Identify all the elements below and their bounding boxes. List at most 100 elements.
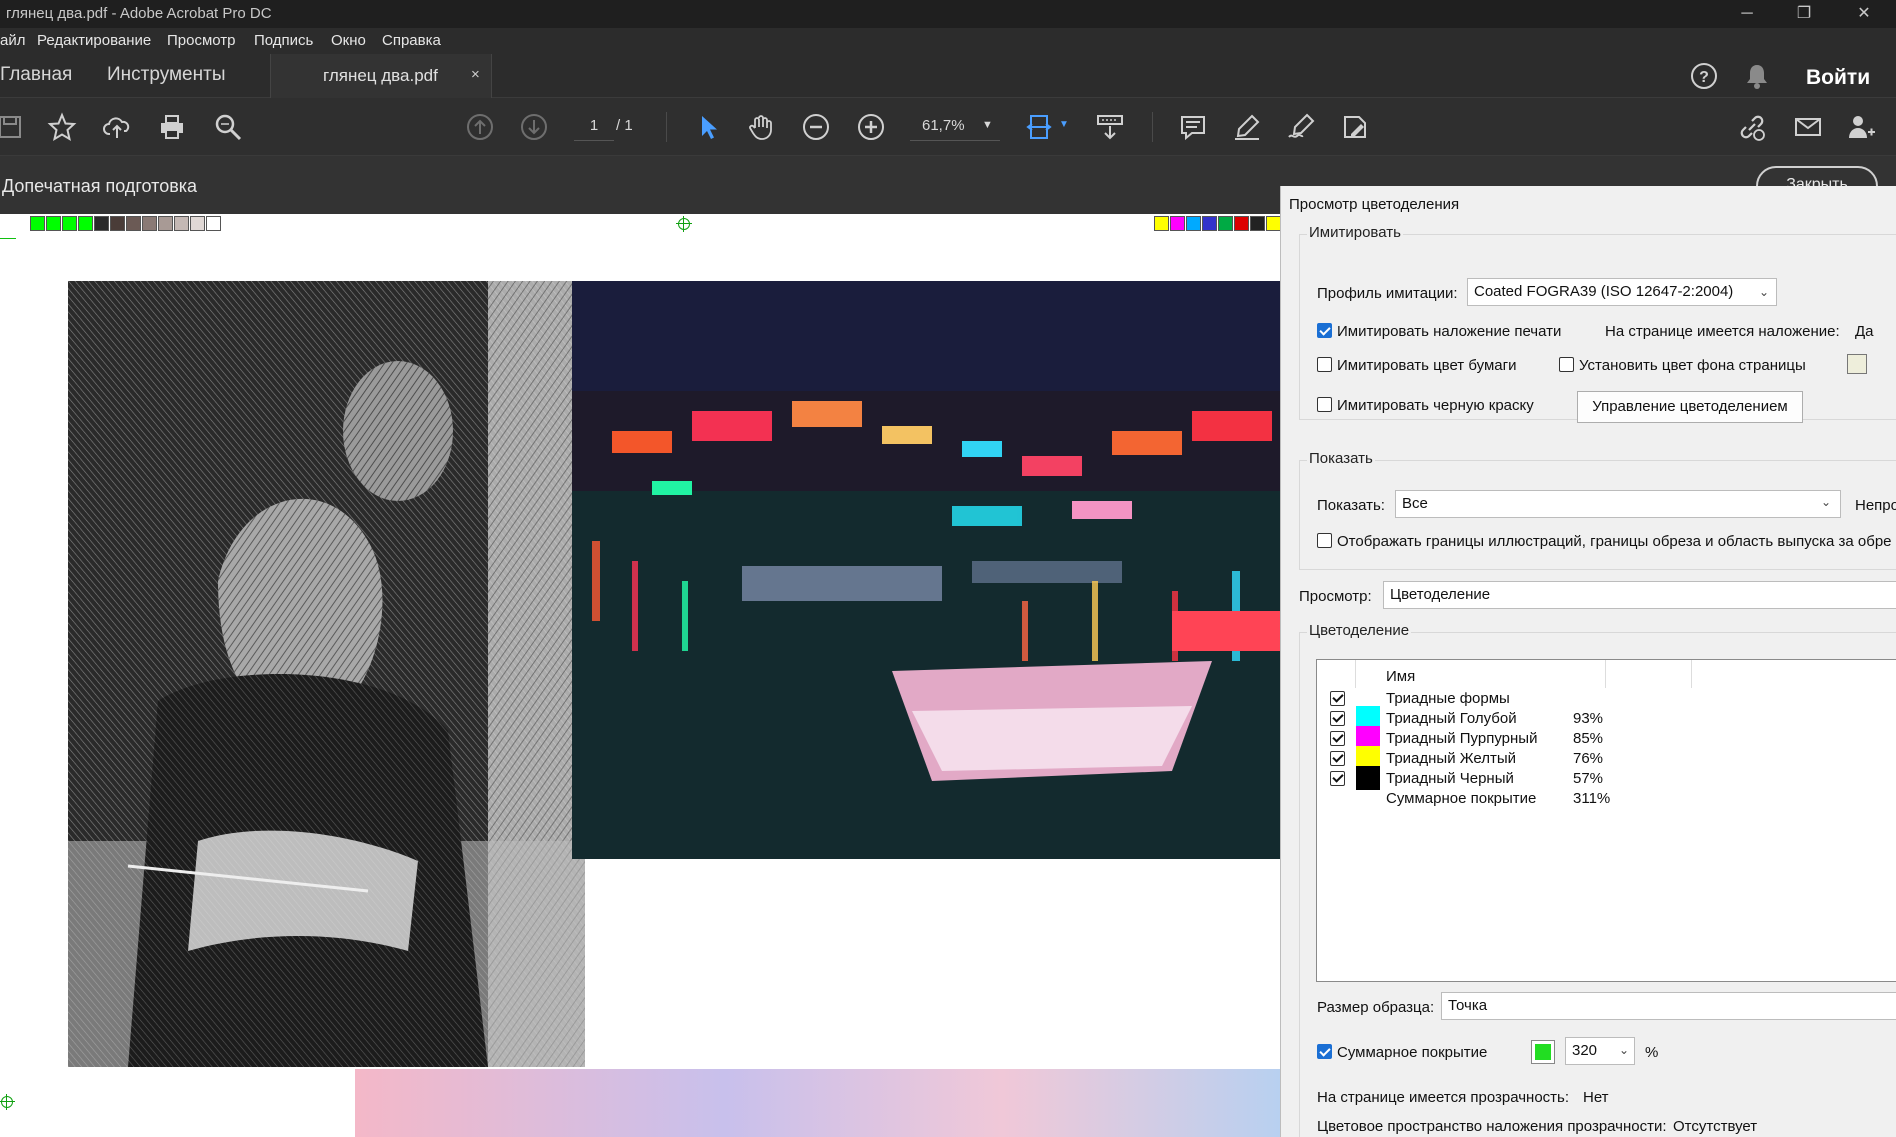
ink-manager-button[interactable]: Управление цветоделением xyxy=(1577,391,1803,423)
tab-tools[interactable]: Инструменты xyxy=(107,64,225,86)
separation-checkbox[interactable] xyxy=(1330,691,1345,706)
window-title: глянец два.pdf - Adobe Acrobat Pro DC xyxy=(6,5,272,22)
next-page-icon[interactable] xyxy=(516,109,552,145)
sign-icon[interactable] xyxy=(1283,109,1319,145)
menu-sign[interactable]: Подпись xyxy=(254,32,313,49)
blend-space-label: Цветовое пространство наложения прозрачн… xyxy=(1317,1118,1667,1135)
name-column-header: Имя xyxy=(1386,668,1416,685)
page-number-input[interactable]: 1 xyxy=(574,111,614,141)
menu-edit[interactable]: Редактирование xyxy=(37,32,151,49)
chevron-down-icon[interactable]: ⌄ xyxy=(1619,1043,1629,1057)
menu-help[interactable]: Справка xyxy=(382,32,441,49)
separation-name: Триадный Пурпурный xyxy=(1386,730,1538,747)
color-bar-patch xyxy=(158,216,173,231)
login-button[interactable]: Войти xyxy=(1806,66,1870,90)
pastel-sky-painting xyxy=(355,1069,1280,1137)
sample-size-select[interactable]: Точка xyxy=(1441,992,1896,1020)
simulate-black-ink-checkbox[interactable] xyxy=(1317,397,1332,412)
highlight-pen-icon[interactable] xyxy=(1229,109,1265,145)
hand-tool-icon[interactable] xyxy=(743,109,779,145)
color-bar-patch xyxy=(174,216,189,231)
separation-name: Триадный Желтый xyxy=(1386,750,1517,767)
share-link-icon[interactable] xyxy=(1734,109,1770,145)
color-bar-patch xyxy=(1266,216,1280,231)
cloud-upload-icon[interactable] xyxy=(99,109,135,145)
total-coverage-checkbox[interactable] xyxy=(1317,1044,1332,1059)
transparency-value: Нет xyxy=(1583,1089,1609,1106)
output-preview-dialog: Просмотр цветоделения Имитировать Профил… xyxy=(1280,186,1896,1137)
page-total: / 1 xyxy=(616,117,633,134)
title-bar: глянец два.pdf - Adobe Acrobat Pro DC ─ … xyxy=(0,0,1896,28)
separation-coverage: 76% xyxy=(1573,750,1604,767)
dialog-title: Просмотр цветоделения xyxy=(1289,196,1460,213)
tool-title: Допечатная подготовка xyxy=(2,176,198,196)
separation-checkbox[interactable] xyxy=(1330,771,1345,786)
bell-icon[interactable] xyxy=(1744,62,1770,90)
color-bar-patch xyxy=(1218,216,1233,231)
search-icon[interactable] xyxy=(210,109,246,145)
zoom-in-icon[interactable] xyxy=(853,109,889,145)
menu-view[interactable]: Просмотр xyxy=(167,32,236,49)
save-icon[interactable] xyxy=(0,109,28,145)
select-cursor-icon[interactable] xyxy=(690,109,726,145)
preview-select[interactable]: Цветоделение xyxy=(1383,581,1896,609)
restore-icon[interactable]: ❐ xyxy=(1792,2,1816,26)
show-boxes-label: Отображать границы иллюстраций, границы … xyxy=(1337,533,1892,550)
opacity-label-truncated: Непроз xyxy=(1855,497,1896,514)
simulation-profile-select[interactable]: Coated FOGRA39 (ISO 12647-2:2004) xyxy=(1467,278,1777,306)
comment-icon[interactable] xyxy=(1175,109,1211,145)
zoom-out-icon[interactable] xyxy=(798,109,834,145)
svg-text:?: ? xyxy=(1699,69,1709,86)
simulate-overprint-checkbox[interactable] xyxy=(1317,323,1332,338)
toolbar: 1 / 1 61,7% ▼ ▼ xyxy=(0,98,1896,156)
add-user-icon[interactable] xyxy=(1843,109,1879,145)
simulate-overprint-label: Имитировать наложение печати xyxy=(1337,323,1562,340)
color-bar-patch xyxy=(30,216,45,231)
show-group-label: Показать xyxy=(1307,450,1375,467)
simulate-paper-color-checkbox[interactable] xyxy=(1317,357,1332,372)
chevron-down-icon[interactable]: ⌄ xyxy=(1821,495,1831,509)
close-window-icon[interactable]: ✕ xyxy=(1852,2,1876,26)
print-icon[interactable] xyxy=(154,109,190,145)
color-bar-patch xyxy=(1154,216,1169,231)
prev-page-icon[interactable] xyxy=(462,109,498,145)
profile-value: Coated FOGRA39 (ISO 12647-2:2004) xyxy=(1474,283,1734,300)
separation-checkbox[interactable] xyxy=(1330,751,1345,766)
separation-checkbox[interactable] xyxy=(1330,731,1345,746)
menu-window[interactable]: Окно xyxy=(331,32,366,49)
color-bar-patch xyxy=(190,216,205,231)
coverage-color-swatch[interactable] xyxy=(1531,1040,1555,1064)
show-select[interactable]: Все xyxy=(1395,490,1841,518)
star-icon[interactable] xyxy=(44,109,80,145)
show-boxes-checkbox[interactable] xyxy=(1317,533,1332,548)
separations-list[interactable]: Имя Триадные формы Триадный Голубой 93% … xyxy=(1316,659,1896,982)
color-bar-patch xyxy=(1202,216,1217,231)
redact-icon[interactable] xyxy=(1337,109,1373,145)
email-icon[interactable] xyxy=(1790,109,1826,145)
fit-dropdown-icon[interactable]: ▼ xyxy=(1059,119,1069,130)
zoom-dropdown-icon[interactable]: ▼ xyxy=(982,119,993,131)
color-bar-patch xyxy=(126,216,141,231)
transparency-label: На странице имеется прозрачность: xyxy=(1317,1089,1570,1106)
fit-page-icon[interactable] xyxy=(1022,109,1058,145)
page-color-swatch[interactable] xyxy=(1847,354,1867,374)
menu-file[interactable]: айл xyxy=(0,32,25,49)
etching-portrait-image xyxy=(68,281,585,1067)
show-label: Показать: xyxy=(1317,497,1385,514)
simulate-paper-color-label: Имитировать цвет бумаги xyxy=(1337,357,1517,374)
chevron-down-icon[interactable]: ⌄ xyxy=(1759,285,1769,299)
page-background-checkbox[interactable] xyxy=(1559,357,1574,372)
document-page[interactable] xyxy=(0,214,1280,1137)
color-bar-patch xyxy=(46,216,61,231)
separation-checkbox[interactable] xyxy=(1330,711,1345,726)
scroll-mode-icon[interactable] xyxy=(1092,109,1128,145)
close-tab-icon[interactable]: × xyxy=(471,66,480,83)
crop-mark xyxy=(0,238,16,239)
help-icon[interactable]: ? xyxy=(1690,62,1718,90)
tab-home[interactable]: Главная xyxy=(0,64,72,86)
toolbar-divider xyxy=(666,112,667,142)
page-background-label: Установить цвет фона страницы xyxy=(1579,357,1806,374)
separation-name: Триадный Черный xyxy=(1386,770,1514,787)
tab-document[interactable]: глянец два.pdf × xyxy=(270,54,492,98)
minimize-icon[interactable]: ─ xyxy=(1735,2,1759,26)
